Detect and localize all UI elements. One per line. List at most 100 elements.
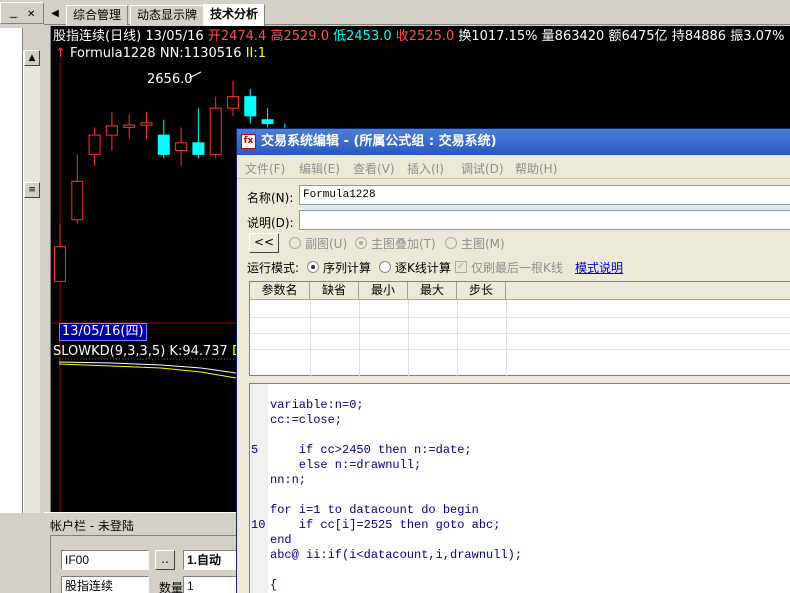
- menu-edit[interactable]: 编辑(E): [299, 160, 340, 177]
- turnover-rate: 换1017.15%: [458, 29, 538, 44]
- indicator-k: K:94.737: [169, 344, 228, 359]
- left-list[interactable]: [0, 28, 23, 513]
- tab-dynamic-board[interactable]: 动态显示牌: [130, 5, 205, 25]
- code-line: for i=1 to datacount do begin: [270, 503, 479, 517]
- param-row-line: [250, 349, 790, 350]
- radio-sub-chart[interactable]: [289, 237, 301, 249]
- radio-sub-chart-label: 副图(U): [305, 237, 348, 251]
- indicator-name: SLOWKD(9,3,3,5): [53, 344, 166, 359]
- radio-per-kline-calc-label: 逐K线计算: [395, 261, 451, 275]
- account-title: 帐户栏 - 未登陆: [50, 519, 134, 533]
- name-label: 名称(N):: [247, 191, 294, 205]
- account-panel: 帐户栏 - 未登陆 IF00 .. 1.自动 股指连续 数量 1: [44, 512, 253, 593]
- close-icon[interactable]: ✕: [27, 9, 35, 20]
- param-row-line: [250, 317, 790, 318]
- name-input[interactable]: Formula1228: [299, 185, 790, 205]
- candle-body-up: [175, 142, 188, 152]
- browse-button[interactable]: ..: [155, 550, 175, 570]
- param-col-line: [359, 300, 360, 377]
- chart-date: 13/05/16: [145, 29, 204, 44]
- code-line: if cc[i]=2525 then goto abc;: [270, 518, 501, 532]
- description-input[interactable]: [299, 210, 790, 230]
- formula-name: Formula1228: [70, 46, 156, 61]
- param-header-default[interactable]: 缺省: [310, 282, 359, 300]
- radio-main-overlay[interactable]: [355, 237, 367, 249]
- radio-main-chart[interactable]: [445, 237, 457, 249]
- formula-nn: NN:1130516: [159, 46, 242, 61]
- contract-input[interactable]: IF00: [61, 550, 149, 570]
- formula-line: ↑ Formula1228 NN:1130516 II:1: [55, 46, 266, 62]
- indicator-d-line: [58, 363, 237, 379]
- param-header-max[interactable]: 最大: [408, 282, 457, 300]
- low-price: 低2453.0: [333, 29, 392, 44]
- instrument-name: 股指连续: [53, 29, 106, 44]
- code-line: else n:=drawnull;: [270, 458, 422, 472]
- dialog-title: 交易系统编辑 - (所属公式组 : 交易系统): [261, 134, 497, 149]
- chart-period: (日线): [105, 29, 142, 44]
- radio-sequence-calc-label: 序列计算: [323, 261, 372, 275]
- candle-body-up: [227, 96, 239, 109]
- param-col-line: [457, 300, 458, 377]
- candle-body-down: [261, 119, 274, 125]
- code-line: if cc>2450 then n:=date;: [270, 443, 472, 457]
- candle-body-down: [157, 134, 170, 155]
- up-arrow-icon: ↑: [55, 46, 66, 61]
- candle-body-down: [244, 96, 257, 117]
- code-line: abc@ ii:if(i<datacount,i,drawnull);: [270, 548, 523, 562]
- scroll-thumb[interactable]: ≡: [24, 182, 40, 198]
- tab-management[interactable]: 综合管理: [66, 5, 129, 25]
- param-row-line: [250, 333, 790, 334]
- line-number: 10: [251, 518, 266, 532]
- peak-price-label: 2656.0: [147, 72, 193, 87]
- dialog-title-bar[interactable]: fx 交易系统编辑 - (所属公式组 : 交易系统): [237, 129, 790, 155]
- param-header-name[interactable]: 参数名: [250, 282, 310, 300]
- code-editor[interactable]: 5 10 variable:n=0; cc:=close; if cc>2450 t…: [249, 383, 790, 593]
- code-line: end: [270, 533, 292, 547]
- open-interest: 持84886: [671, 29, 727, 44]
- volume: 量863420: [541, 29, 605, 44]
- candle-body-up: [105, 125, 118, 136]
- high-price: 高2529.0: [270, 29, 329, 44]
- line-number-gutter: 5 10: [250, 384, 268, 593]
- parameter-table[interactable]: 参数名 缺省 最小 最大 步长: [249, 281, 790, 377]
- left-panel: ᅲ ✕ ▲ ≡: [0, 0, 44, 513]
- pin-icon[interactable]: ᅲ: [9, 9, 18, 24]
- radio-main-chart-label: 主图(M): [461, 237, 505, 251]
- description-label: 说明(D):: [247, 216, 294, 230]
- menu-debug[interactable]: 调试(D): [461, 160, 504, 177]
- open-price: 开2474.4: [207, 29, 267, 44]
- line-number: 5: [251, 443, 259, 457]
- radio-sequence-calc[interactable]: [307, 261, 319, 273]
- amount: 额6475亿: [608, 29, 668, 44]
- menu-file[interactable]: 文件(F): [245, 160, 285, 177]
- chart-header: 股指连续(日线) 13/05/16 开2474.4 高2529.0 低2453.…: [53, 29, 785, 45]
- tab-scroll-left-icon[interactable]: ◀: [48, 5, 62, 23]
- candle-body-down: [192, 142, 205, 155]
- menu-help[interactable]: 帮助(H): [515, 160, 557, 177]
- radio-main-overlay-label: 主图叠加(T): [371, 237, 436, 251]
- code-line: {: [270, 578, 278, 592]
- radio-per-kline-calc[interactable]: [379, 261, 391, 273]
- menu-insert[interactable]: 插入(I): [407, 160, 444, 177]
- param-header-min[interactable]: 最小: [359, 282, 408, 300]
- left-panel-header: ᅲ ✕: [0, 2, 44, 24]
- candle-body-up: [140, 122, 153, 126]
- left-scrollbar[interactable]: ▲ ≡: [23, 50, 40, 513]
- param-header-step[interactable]: 步长: [457, 282, 506, 300]
- refresh-last-label: 仅刷最后一根K线: [471, 261, 563, 275]
- collapse-button[interactable]: <<: [249, 233, 279, 253]
- param-col-line: [310, 300, 311, 377]
- candle-body-up: [88, 134, 101, 155]
- mode-help-link[interactable]: 模式说明: [575, 259, 623, 276]
- scroll-up-icon[interactable]: ▲: [24, 50, 40, 66]
- code-line: cc:=close;: [270, 413, 343, 427]
- candle-body-up: [71, 180, 84, 221]
- formula-ii: II:1: [245, 46, 267, 61]
- tab-technical-analysis[interactable]: 技术分析: [203, 4, 266, 26]
- tab-bar: ◀ 综合管理 动态显示牌 技术分析: [44, 4, 790, 26]
- trading-system-editor-dialog: fx 交易系统编辑 - (所属公式组 : 交易系统) 文件(F) 编辑(E) 查…: [236, 128, 790, 593]
- amplitude: 振3.07%: [730, 29, 785, 44]
- refresh-last-checkbox[interactable]: ✓: [455, 261, 467, 273]
- quantity-label: 数量: [159, 581, 184, 593]
- menu-view[interactable]: 查看(V): [353, 160, 395, 177]
